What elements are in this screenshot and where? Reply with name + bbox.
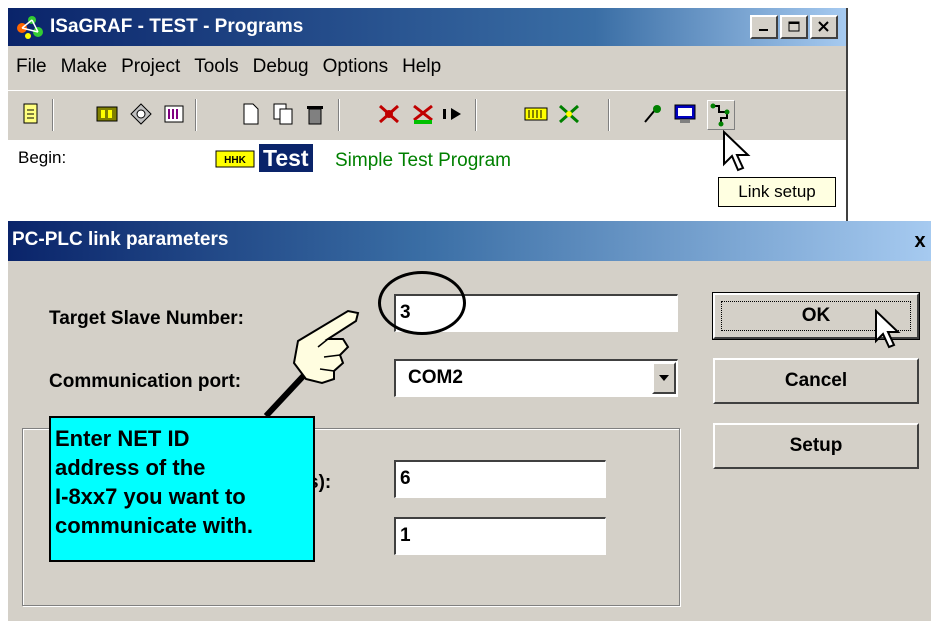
monitor-button[interactable] — [672, 100, 698, 128]
isagraf-logo-icon — [17, 16, 43, 39]
new-file-icon — [243, 103, 259, 125]
dictionary-icon — [96, 106, 118, 122]
callout-line-3: I-8xx7 you want to — [55, 484, 246, 509]
program-description: Simple Test Program — [335, 150, 511, 171]
programs-titlebar[interactable]: ISaGRAF - TEST - Programs — [8, 8, 846, 46]
program-type-icon: HHK — [215, 150, 255, 168]
debug-button[interactable] — [376, 100, 402, 128]
maximize-icon — [788, 21, 800, 32]
dialog-title: PC-PLC link parameters — [12, 229, 229, 250]
maximize-button[interactable] — [780, 15, 808, 39]
variables-button[interactable] — [161, 100, 187, 128]
mouse-cursor-icon — [875, 309, 901, 349]
probe-button[interactable] — [640, 100, 666, 128]
close-icon — [818, 21, 829, 32]
menu-bar: File Make Project Tools Debug Options He… — [8, 50, 846, 84]
cut-button[interactable] — [410, 100, 436, 128]
mouse-cursor-icon — [723, 130, 751, 172]
setup-button-label: Setup — [789, 435, 843, 456]
simulate-button[interactable] — [440, 100, 466, 128]
svg-text:HHK: HHK — [224, 155, 246, 166]
close-button[interactable] — [810, 15, 838, 39]
cancel-button-label: Cancel — [784, 370, 848, 391]
setup-button[interactable]: Setup — [713, 423, 919, 469]
network-button[interactable] — [128, 100, 154, 128]
minimize-button[interactable] — [750, 15, 778, 39]
dialog-titlebar[interactable]: PC-PLC link parameters x — [8, 221, 931, 261]
link-setup-icon — [710, 103, 730, 127]
minimize-icon — [759, 29, 768, 31]
setting-field-1[interactable]: 6 — [394, 460, 606, 498]
document-icon — [23, 103, 38, 124]
new-program-button[interactable] — [238, 100, 264, 128]
copy-button[interactable] — [270, 100, 296, 128]
dialog-close-button[interactable]: x — [909, 231, 931, 253]
cut-icon — [413, 104, 433, 124]
menu-options[interactable]: Options — [316, 56, 395, 78]
copy-icon — [273, 103, 293, 125]
menu-help[interactable]: Help — [395, 56, 448, 78]
document-button[interactable] — [18, 100, 44, 128]
menu-project[interactable]: Project — [114, 56, 187, 78]
menu-debug[interactable]: Debug — [246, 56, 316, 78]
io-board-icon — [524, 107, 548, 121]
transfer-button[interactable] — [556, 100, 582, 128]
link-parameters-dialog: PC-PLC link parameters x Target Slave Nu… — [8, 221, 931, 621]
delete-icon — [307, 106, 323, 125]
menu-file[interactable]: File — [8, 56, 54, 78]
variables-icon — [164, 105, 184, 123]
debug-icon — [379, 104, 399, 124]
link-setup-button[interactable] — [707, 100, 735, 130]
comm-port-select[interactable]: COM2 — [394, 359, 678, 397]
delete-button[interactable] — [302, 100, 328, 128]
callout-line-1: Enter NET ID — [55, 426, 190, 451]
cancel-button[interactable]: Cancel — [713, 358, 919, 404]
toolbar — [8, 90, 846, 140]
menu-tools[interactable]: Tools — [187, 56, 245, 78]
callout-line-4: communicate with. — [55, 513, 254, 538]
instruction-callout: Enter NET ID address of the I-8xx7 you w… — [49, 416, 315, 562]
program-name[interactable]: Test — [259, 144, 313, 172]
comm-port-value: COM2 — [408, 367, 463, 388]
probe-icon — [644, 105, 661, 123]
chevron-down-icon — [659, 375, 669, 381]
menu-make[interactable]: Make — [54, 56, 114, 78]
section-label: Begin: — [18, 148, 67, 167]
window-title: ISaGRAF - TEST - Programs — [50, 16, 304, 37]
link-setup-tooltip: Link setup — [718, 177, 836, 207]
dictionary-button[interactable] — [94, 100, 120, 128]
target-slave-label: Target Slave Number: — [49, 308, 244, 329]
highlight-circle — [378, 271, 466, 335]
io-board-button[interactable] — [523, 100, 549, 128]
network-icon — [130, 103, 152, 125]
simulate-icon — [443, 108, 461, 120]
setting-field-2[interactable]: 1 — [394, 517, 606, 555]
monitor-icon — [674, 104, 696, 123]
callout-line-2: address of the — [55, 455, 206, 480]
comm-port-dropdown-button[interactable] — [652, 362, 676, 394]
pointing-hand-icon — [263, 309, 360, 419]
close-icon: x — [914, 230, 926, 252]
transfer-icon — [559, 104, 579, 124]
comm-port-label: Communication port: — [49, 371, 242, 392]
